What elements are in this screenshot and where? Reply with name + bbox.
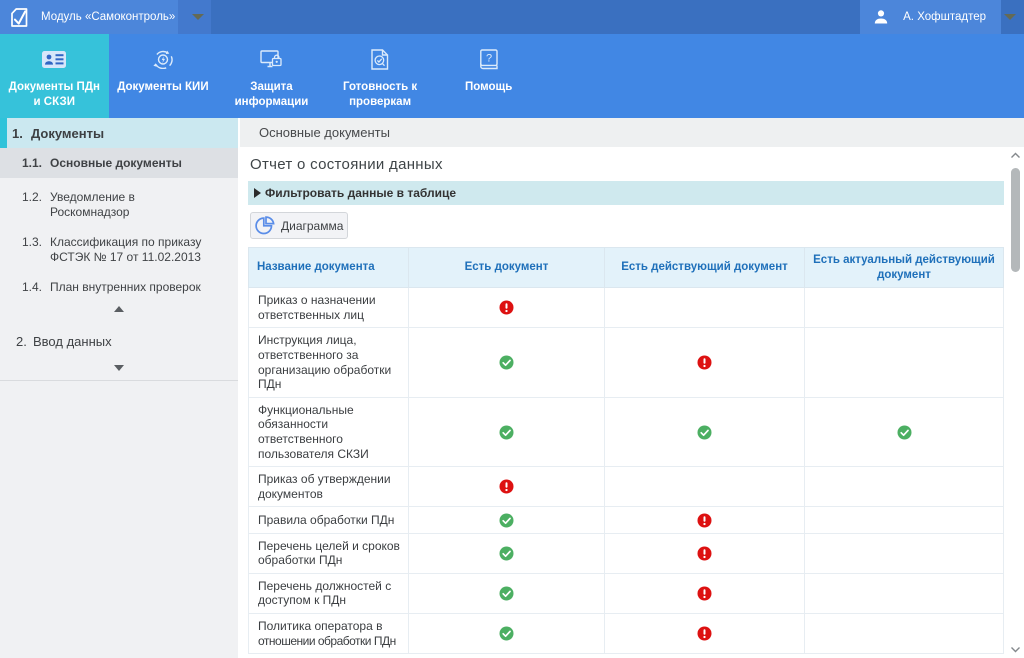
svg-text:?: ? [486, 52, 492, 64]
